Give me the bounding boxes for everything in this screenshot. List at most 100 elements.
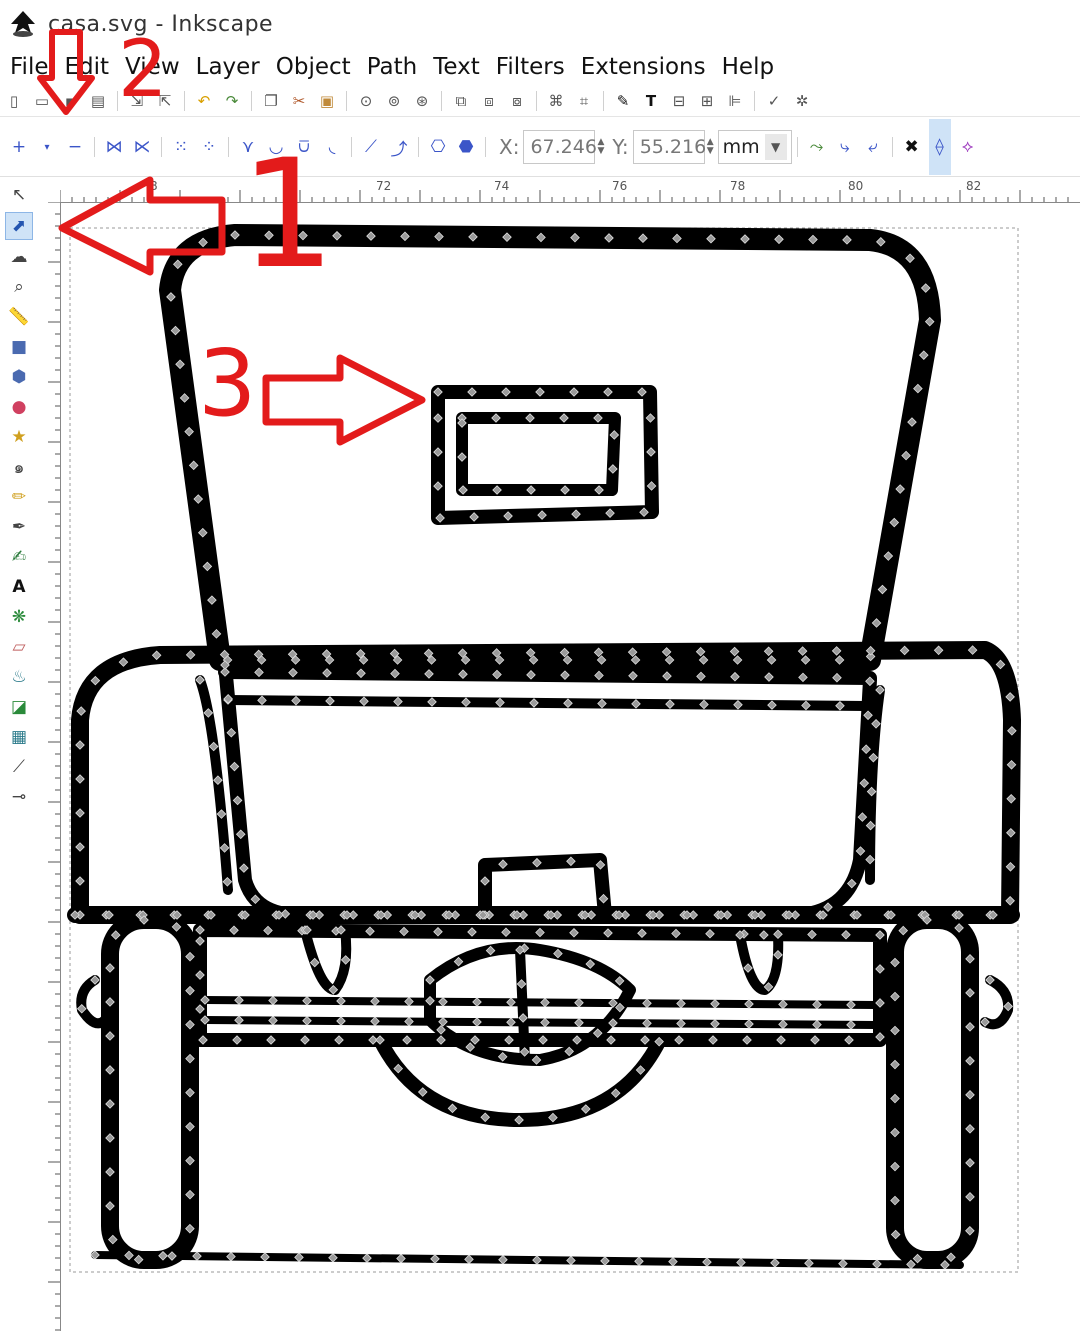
separator bbox=[346, 91, 347, 111]
bucket-icon[interactable]: ♨ bbox=[6, 664, 32, 690]
save-icon[interactable]: ▪ bbox=[59, 90, 81, 112]
calligraphy-icon[interactable]: ✍ bbox=[6, 544, 32, 570]
print-icon[interactable]: ▤ bbox=[87, 90, 109, 112]
join-segment-icon[interactable]: ⁙ bbox=[170, 136, 192, 158]
ruler-label: 76 bbox=[612, 179, 627, 193]
next-path-effect-icon[interactable]: ⤳ bbox=[806, 136, 828, 158]
show-handles-icon[interactable]: ⟠ bbox=[928, 119, 951, 175]
object-to-path-icon[interactable]: ⎔ bbox=[427, 136, 449, 158]
pen-icon[interactable]: ✒ bbox=[6, 514, 32, 540]
spray-icon[interactable]: ❋ bbox=[6, 604, 32, 630]
menu-file[interactable]: File bbox=[10, 54, 49, 80]
layers-icon[interactable]: ⊟ bbox=[668, 90, 690, 112]
separator bbox=[94, 137, 95, 157]
show-outline-icon[interactable]: ⟡ bbox=[957, 136, 979, 158]
separator bbox=[161, 137, 162, 157]
separator bbox=[441, 91, 442, 111]
right-shield bbox=[735, 930, 784, 995]
path-clip-icon[interactable]: ⤷ bbox=[834, 136, 856, 158]
segment-curve-icon[interactable]: ⤴ bbox=[388, 136, 410, 160]
clone-icon[interactable]: ⧈ bbox=[478, 90, 500, 112]
unlink-clone-icon[interactable]: ⧇ bbox=[506, 90, 528, 112]
selector-icon[interactable]: ↖ bbox=[6, 182, 32, 208]
unit-select[interactable]: mm ▼ bbox=[717, 130, 792, 164]
zoom-icon[interactable]: ⌕ bbox=[6, 274, 32, 300]
show-transform-handles-icon[interactable]: ✖ bbox=[901, 136, 923, 158]
rectangle-icon[interactable]: ■ bbox=[6, 334, 32, 360]
ellipse-icon[interactable]: ● bbox=[6, 394, 32, 420]
undo-icon[interactable]: ↶ bbox=[193, 90, 215, 112]
measure-icon[interactable]: 📏 bbox=[6, 304, 32, 330]
inkscape-logo-icon bbox=[11, 11, 35, 37]
duplicate-icon[interactable]: ⧉ bbox=[450, 90, 472, 112]
preferences-icon[interactable]: ✲ bbox=[791, 90, 813, 112]
spiral-icon[interactable]: ๑ bbox=[6, 454, 32, 480]
segment-line-icon[interactable]: ⟋ bbox=[360, 136, 382, 158]
separator bbox=[228, 137, 229, 157]
annotation-number-2: 2 bbox=[118, 25, 168, 115]
menu-path[interactable]: Path bbox=[367, 54, 418, 80]
horizontal-ruler[interactable]: 8 72 74 76 78 80 82 bbox=[59, 178, 1080, 203]
copy-icon[interactable]: ❐ bbox=[260, 90, 282, 112]
delete-segment-icon[interactable]: ⁘ bbox=[198, 136, 220, 158]
menu-text[interactable]: Text bbox=[433, 54, 480, 80]
node-editor-icon[interactable]: ⬈ bbox=[5, 212, 33, 240]
ruler-label: 78 bbox=[730, 179, 745, 193]
rear-window-outer bbox=[431, 385, 659, 525]
3d-box-icon[interactable]: ⬢ bbox=[6, 364, 32, 390]
new-document-icon[interactable]: ▯ bbox=[3, 90, 25, 112]
connector-icon[interactable]: ⊸ bbox=[6, 784, 32, 810]
right-hook bbox=[980, 975, 1014, 1030]
zoom-selection-icon[interactable]: ⊙ bbox=[355, 90, 377, 112]
fill-stroke-icon[interactable]: ✎ bbox=[612, 90, 634, 112]
ungroup-icon[interactable]: ⌗ bbox=[573, 90, 595, 112]
text-icon[interactable]: A bbox=[6, 574, 32, 600]
x-label: X: bbox=[499, 135, 520, 159]
align-distribute-icon[interactable]: ⊫ bbox=[724, 90, 746, 112]
separator bbox=[351, 137, 352, 157]
menu-filters[interactable]: Filters bbox=[496, 54, 565, 80]
group-icon[interactable]: ⌘ bbox=[545, 90, 567, 112]
insert-node-dropdown-icon[interactable]: ▾ bbox=[36, 136, 58, 158]
path-mask-icon[interactable]: ⤶ bbox=[862, 136, 884, 158]
tweak-icon[interactable]: ☁ bbox=[6, 244, 32, 270]
vertical-ruler-ticks bbox=[48, 201, 60, 1331]
text-font-icon[interactable]: T bbox=[640, 90, 662, 112]
separator bbox=[891, 137, 893, 157]
delete-node-icon[interactable]: − bbox=[64, 136, 86, 158]
join-nodes-icon[interactable]: ⋈ bbox=[103, 136, 125, 158]
open-icon[interactable]: ▭ bbox=[31, 90, 53, 112]
menu-extensions[interactable]: Extensions bbox=[581, 54, 706, 80]
pencil-icon[interactable]: ✏ bbox=[6, 484, 32, 510]
cut-icon[interactable]: ✂ bbox=[288, 90, 310, 112]
zoom-page-icon[interactable]: ⊛ bbox=[411, 90, 433, 112]
separator bbox=[754, 91, 755, 111]
menu-edit[interactable]: Edit bbox=[65, 54, 110, 80]
hitch-divider bbox=[515, 945, 530, 1065]
left-tire bbox=[101, 911, 199, 1269]
dropper-icon[interactable]: ⟋ bbox=[6, 754, 32, 780]
x-spinner-icon[interactable]: ▲ ▼ bbox=[597, 138, 604, 156]
xml-editor-icon[interactable]: ⊞ bbox=[696, 90, 718, 112]
paste-icon[interactable]: ▣ bbox=[316, 90, 338, 112]
y-spinner-icon[interactable]: ▲ ▼ bbox=[707, 138, 714, 156]
menu-layer[interactable]: Layer bbox=[196, 54, 260, 80]
zoom-drawing-icon[interactable]: ⊚ bbox=[383, 90, 405, 112]
menu-object[interactable]: Object bbox=[276, 54, 351, 80]
stroke-to-path-icon[interactable]: ⬣ bbox=[455, 136, 477, 158]
annotation-number-3: 3 bbox=[198, 330, 257, 437]
redo-icon[interactable]: ↷ bbox=[221, 90, 243, 112]
ground-line bbox=[91, 1251, 964, 1269]
gradient-icon[interactable]: ◪ bbox=[6, 694, 32, 720]
x-coordinate-input[interactable]: 67.246 bbox=[523, 130, 597, 164]
document-properties-icon[interactable]: ✓ bbox=[763, 90, 785, 112]
mesh-icon[interactable]: ▦ bbox=[6, 724, 32, 750]
insert-node-icon[interactable]: + bbox=[8, 136, 30, 158]
menu-help[interactable]: Help bbox=[722, 54, 774, 80]
break-path-icon[interactable]: ⋉ bbox=[131, 136, 153, 158]
y-coordinate-input[interactable]: 55.216 bbox=[632, 130, 706, 164]
eraser-icon[interactable]: ▱ bbox=[6, 634, 32, 660]
vertical-ruler[interactable] bbox=[40, 201, 61, 1331]
star-icon[interactable]: ★ bbox=[6, 424, 32, 450]
separator bbox=[536, 91, 537, 111]
